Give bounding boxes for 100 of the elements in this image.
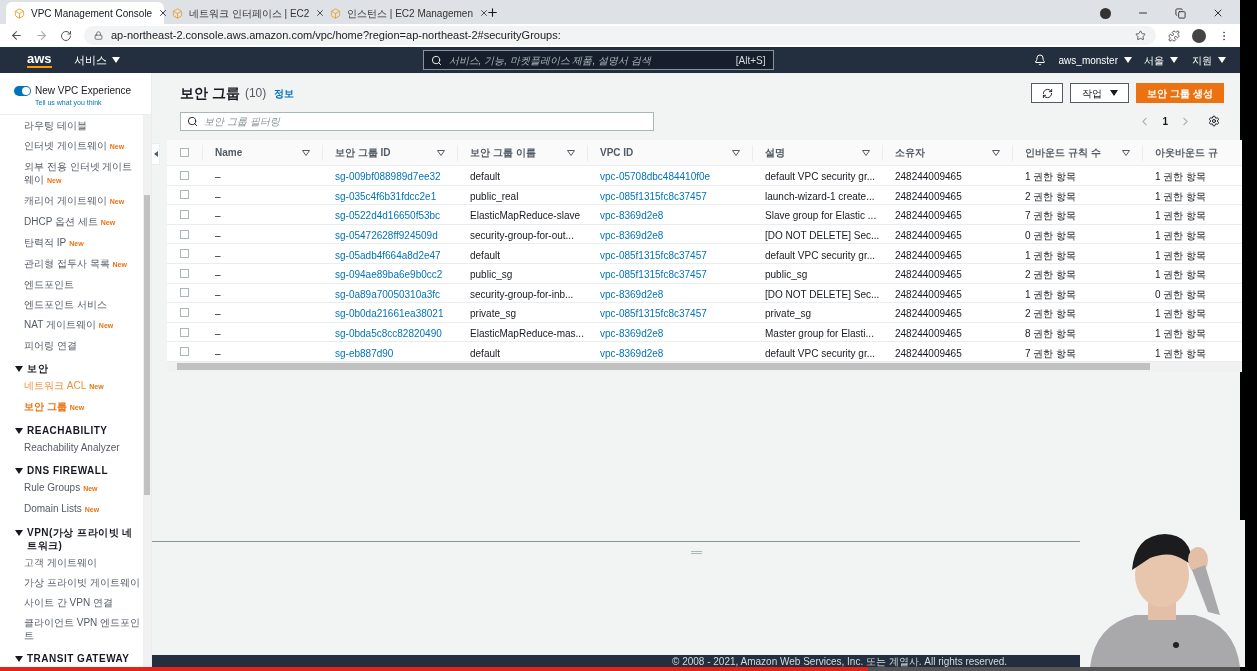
id-link[interactable]: sg-094ae89ba6e9b0cc2 [335, 269, 443, 281]
id-link[interactable]: sg-eb887d90 [335, 347, 394, 359]
id-link[interactable]: vpc-085f1315fc8c37457 [600, 249, 707, 261]
page-number[interactable]: 1 [1162, 113, 1168, 129]
id-link[interactable]: vpc-085f1315fc8c37457 [600, 269, 707, 281]
nav-item[interactable]: 엔드포인트 [15, 274, 141, 295]
row-checkbox[interactable] [180, 229, 189, 239]
sort-icon[interactable] [992, 149, 1000, 156]
close-icon[interactable] [479, 8, 489, 18]
row-checkbox[interactable] [180, 288, 189, 298]
nav-item[interactable]: 사이트 간 VPN 연결 [15, 592, 141, 613]
services-menu[interactable]: 서비스 [73, 51, 120, 69]
nav-item[interactable]: Reachability Analyzer [15, 437, 141, 458]
expanded-icon[interactable] [15, 529, 23, 536]
id-link[interactable]: sg-009bf088989d7ee32 [335, 171, 441, 183]
row-checkbox[interactable] [180, 170, 189, 180]
column-header[interactable]: Name [215, 145, 243, 160]
expanded-icon[interactable] [15, 467, 23, 474]
scrollbar[interactable] [143, 114, 151, 667]
account-menu[interactable]: aws_monster [1058, 52, 1132, 68]
expanded-icon[interactable] [15, 427, 23, 434]
column-header[interactable]: 설명 [765, 145, 785, 160]
nav-item[interactable]: 클라이언트 VPN 엔드포인트 [15, 612, 141, 646]
section-heading[interactable]: VPN(가상 프라이빗 네트워크) [27, 525, 141, 552]
id-link[interactable]: vpc-8369d2e8 [600, 328, 664, 340]
id-link[interactable]: sg-0a89a70050310a3fc [335, 288, 441, 300]
new-tab-icon[interactable] [486, 6, 499, 19]
restore-icon[interactable] [1175, 7, 1186, 19]
id-link[interactable]: sg-05472628ff924509d [335, 230, 438, 242]
nav-item[interactable]: 엔드포인트 서비스 [15, 294, 141, 315]
info-link[interactable]: 정보 [274, 85, 295, 101]
id-link[interactable]: vpc-05708dbc484410f0e [600, 171, 711, 183]
nav-item[interactable]: 고객 게이트웨이 [15, 552, 141, 573]
notification-icon[interactable] [1033, 54, 1046, 66]
row-checkbox[interactable] [180, 210, 189, 219]
id-link[interactable]: sg-0522d4d16650f53bc [335, 210, 441, 222]
column-header[interactable]: 아웃바운드 규 [1155, 145, 1218, 160]
media-icon[interactable] [1100, 7, 1111, 19]
toggle-switch[interactable] [14, 85, 31, 96]
column-header[interactable]: 보안 그룹 이름 [470, 145, 536, 160]
close-icon[interactable] [158, 8, 169, 18]
row-checkbox[interactable] [180, 249, 189, 259]
actions-button[interactable]: 작업 [1070, 83, 1129, 103]
shortcut-hint: [Alt+S] [735, 53, 766, 68]
nav-item[interactable]: 라우팅 테이블 [15, 115, 141, 136]
expanded-icon[interactable] [15, 655, 23, 662]
region-menu[interactable]: 서울 [1144, 52, 1178, 68]
settings-icon[interactable] [1208, 115, 1220, 127]
address-bar[interactable]: ap-northeast-2.console.aws.amazon.com/vpc/home?region=ap-northeast-2#securityGroups: [84, 26, 1156, 45]
nav-item[interactable]: 가상 프라이빗 게이트웨이 [15, 572, 141, 593]
avatar-icon[interactable] [1192, 28, 1206, 43]
resize-handle[interactable] [690, 551, 702, 554]
sort-icon[interactable] [437, 149, 445, 156]
id-link[interactable]: vpc-085f1315fc8c37457 [600, 190, 707, 202]
section-heading[interactable]: REACHABILITY [27, 423, 108, 437]
id-link[interactable]: sg-0bda5c8cc82820490 [335, 328, 442, 340]
close-icon[interactable] [315, 8, 326, 18]
id-link[interactable]: sg-035c4f6b31fdcc2e1 [335, 190, 437, 202]
row-checkbox[interactable] [180, 347, 189, 357]
id-link[interactable]: vpc-8369d2e8 [600, 230, 664, 242]
extensions-icon[interactable] [1168, 29, 1180, 42]
refresh-button[interactable] [1031, 83, 1063, 103]
browser-tab[interactable]: VPC Management Console [6, 2, 164, 24]
aws-logo[interactable]: aws [27, 52, 52, 68]
browser-tab[interactable]: 인스턴스 | EC2 Managemen [322, 2, 480, 24]
back-icon[interactable] [10, 29, 23, 42]
sort-icon[interactable] [1122, 149, 1130, 156]
id-link[interactable]: vpc-8369d2e8 [600, 347, 664, 359]
filter-field[interactable]: 보안 그룹 필터링 [180, 111, 654, 131]
support-menu[interactable]: 지원 [1192, 52, 1226, 68]
id-link[interactable]: vpc-8369d2e8 [600, 210, 664, 222]
column-header[interactable]: 보안 그룹 ID [335, 145, 391, 160]
sort-icon[interactable] [862, 149, 870, 156]
row-checkbox[interactable] [180, 268, 189, 278]
id-link[interactable]: vpc-085f1315fc8c37457 [600, 308, 707, 320]
section-heading[interactable]: DNS FIREWALL [27, 463, 108, 477]
id-link[interactable]: sg-0b0da21661ea38021 [335, 308, 444, 320]
section-heading[interactable]: TRANSIT GATEWAY [27, 651, 130, 665]
star-icon[interactable] [1135, 30, 1146, 41]
collapse-button[interactable] [151, 143, 160, 165]
search-field[interactable]: 서비스, 기능, 마켓플레이스 제품, 설명서 검색 [Alt+S] [422, 50, 774, 70]
column-header[interactable]: 인바운드 규칙 수 [1025, 145, 1101, 160]
section-heading[interactable]: 보안 [27, 361, 48, 375]
sort-icon[interactable] [302, 149, 310, 156]
expanded-icon[interactable] [15, 365, 23, 372]
column-header[interactable]: 소유자 [895, 145, 925, 160]
sort-icon[interactable] [732, 149, 740, 156]
id-link[interactable]: vpc-8369d2e8 [600, 288, 664, 300]
filter-input: 보안 그룹 필터링 [204, 113, 647, 129]
sort-icon[interactable] [567, 149, 575, 156]
id-link[interactable]: sg-05adb4f664a8d2e47 [335, 249, 441, 261]
reload-icon[interactable] [60, 29, 72, 42]
row-checkbox[interactable] [180, 327, 189, 337]
row-checkbox[interactable] [180, 307, 189, 317]
select-all-checkbox[interactable] [180, 148, 189, 157]
row-checkbox[interactable] [180, 190, 189, 200]
browser-tab[interactable]: 네트워크 인터페이스 | EC2 [164, 2, 322, 24]
close-icon[interactable] [1212, 7, 1224, 19]
nav-item[interactable]: 피어링 연결 [15, 335, 141, 356]
column-header[interactable]: VPC ID [600, 145, 634, 160]
